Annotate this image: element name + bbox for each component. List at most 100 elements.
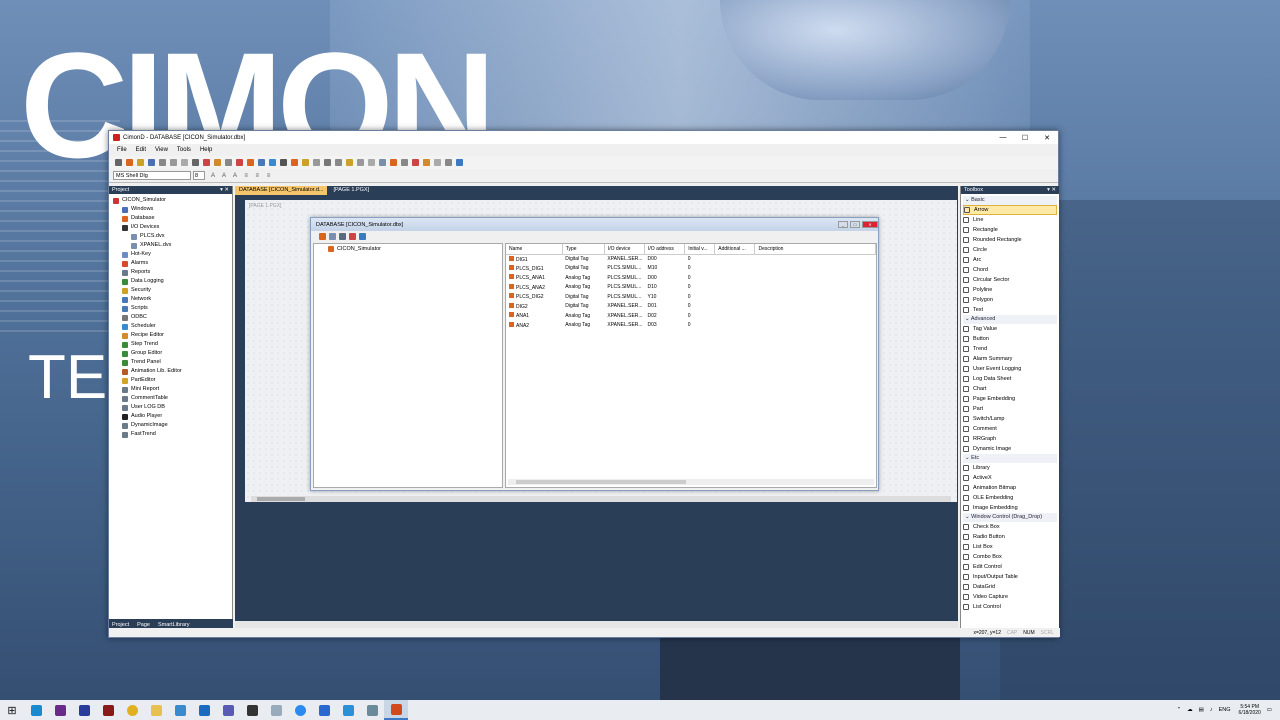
taskbar-app-icon[interactable] bbox=[168, 700, 192, 720]
taskbar-chrome-icon[interactable] bbox=[120, 700, 144, 720]
tab-database[interactable]: DATABASE [CICON_Simulator.d... bbox=[235, 186, 328, 195]
table-row[interactable]: DIG2 Digital Tag XPANEL.SER... D01 0 bbox=[506, 302, 876, 312]
toolbar-tool-icon[interactable] bbox=[445, 159, 452, 166]
menu-tools[interactable]: Tools bbox=[177, 147, 191, 153]
menu-help[interactable]: Help bbox=[200, 147, 212, 153]
toolbar-tool-icon[interactable] bbox=[225, 159, 232, 166]
table-row[interactable]: PLCS_ANA2 Analog Tag PLCS.SIMUL... D10 0 bbox=[506, 283, 876, 293]
db-restore-button[interactable]: □ bbox=[850, 221, 860, 228]
project-tree-item[interactable]: Alarms bbox=[113, 259, 232, 268]
toolbar-tool-icon[interactable] bbox=[192, 159, 199, 166]
toolbox-item[interactable]: Comment bbox=[963, 424, 1057, 434]
toolbar-tool-icon[interactable] bbox=[148, 159, 155, 166]
toolbox-item[interactable]: Page Embedding bbox=[963, 394, 1057, 404]
taskbar-app-icon[interactable] bbox=[72, 700, 96, 720]
project-tree-item[interactable]: Hot-Key bbox=[113, 250, 232, 259]
taskbar-cimon-icon[interactable] bbox=[24, 700, 48, 720]
tray-volume-icon[interactable]: ♪ bbox=[1210, 707, 1213, 713]
toolbar-tool-icon[interactable] bbox=[247, 159, 254, 166]
project-tree-item[interactable]: I/O Devices bbox=[113, 223, 232, 232]
toolbox-item[interactable]: User Event Logging bbox=[963, 364, 1057, 374]
toolbox-item[interactable]: Chord bbox=[963, 265, 1057, 275]
toolbar-tool-icon[interactable] bbox=[423, 159, 430, 166]
project-tree-item[interactable]: Network bbox=[113, 295, 232, 304]
toolbar-tool-icon[interactable] bbox=[258, 159, 265, 166]
toolbox-group-header[interactable]: ⌄ Basic bbox=[963, 196, 1057, 205]
toolbox-group-header[interactable]: ⌄ Etc bbox=[963, 454, 1057, 463]
toolbox-item[interactable]: Animation Bitmap bbox=[963, 483, 1057, 493]
taskbar-app-icon[interactable] bbox=[312, 700, 336, 720]
project-tree-item[interactable]: DynamicImage bbox=[113, 421, 232, 430]
project-tree-item[interactable]: Animation Lib. Editor bbox=[113, 367, 232, 376]
database-root-node[interactable]: CICON_Simulator bbox=[314, 244, 502, 253]
toolbar-tool-icon[interactable] bbox=[324, 159, 331, 166]
font-size-select[interactable]: 8 bbox=[193, 171, 205, 180]
toolbox-group-header[interactable]: ⌄ Window Control (Drag_Drop) bbox=[963, 513, 1057, 522]
project-tree-item[interactable]: Scheduler bbox=[113, 322, 232, 331]
project-tree-item[interactable]: PLCS.dvx bbox=[113, 232, 232, 241]
toolbar-tool-icon[interactable] bbox=[115, 159, 122, 166]
project-tree-item[interactable]: Security bbox=[113, 286, 232, 295]
maximize-button[interactable]: ☐ bbox=[1014, 134, 1036, 142]
tray-cloud-icon[interactable]: ☁ bbox=[1187, 707, 1193, 713]
project-tree-item[interactable]: CommentTable bbox=[113, 394, 232, 403]
toolbar-tool-icon[interactable] bbox=[203, 159, 210, 166]
project-tree-item[interactable]: Mini Report bbox=[113, 385, 232, 394]
tab-page1[interactable]: [PAGE 1.PGX] bbox=[329, 186, 373, 195]
toolbox-item[interactable]: Circle bbox=[963, 245, 1057, 255]
canvas-scroll-thumb[interactable] bbox=[257, 497, 305, 501]
tray-network-icon[interactable]: ▤ bbox=[1199, 707, 1204, 713]
toolbar-tool-icon[interactable] bbox=[159, 159, 166, 166]
taskbar-vscode-icon[interactable] bbox=[336, 700, 360, 720]
column-header[interactable]: Type bbox=[562, 244, 605, 255]
taskbar-teams-icon[interactable] bbox=[216, 700, 240, 720]
notification-icon[interactable]: ▭ bbox=[1267, 707, 1272, 713]
toolbox-item[interactable]: Rectangle bbox=[963, 225, 1057, 235]
toolbox-item[interactable]: Radio Button bbox=[963, 532, 1057, 542]
toolbox-item[interactable]: Check Box bbox=[963, 522, 1057, 532]
toolbox-item[interactable]: Circular Sector bbox=[963, 275, 1057, 285]
toolbox-item[interactable]: List Control bbox=[963, 602, 1057, 612]
toolbar-tool-icon[interactable] bbox=[456, 159, 463, 166]
project-tree-item[interactable]: Group Editor bbox=[113, 349, 232, 358]
table-row[interactable]: PLCS_ANA1 Analog Tag PLCS.SIMUL... D00 0 bbox=[506, 273, 876, 283]
toolbar-tool-icon[interactable] bbox=[126, 159, 133, 166]
toolbox-item[interactable]: Combo Box bbox=[963, 552, 1057, 562]
toolbar-tool-icon[interactable] bbox=[335, 159, 342, 166]
project-tree-item[interactable]: Trend Panel bbox=[113, 358, 232, 367]
toolbar-tool-icon[interactable] bbox=[390, 159, 397, 166]
taskbar-outlook-icon[interactable] bbox=[192, 700, 216, 720]
project-tree-item[interactable]: Data Logging bbox=[113, 277, 232, 286]
table-row[interactable]: ANA1 Analog Tag XPANEL.SER... D02 0 bbox=[506, 311, 876, 321]
menu-view[interactable]: View bbox=[155, 147, 168, 153]
table-row[interactable]: PLCS_DIG2 Digital Tag PLCS.SIMUL... Y10 0 bbox=[506, 292, 876, 302]
toolbox-item[interactable]: Trend bbox=[963, 344, 1057, 354]
toolbar-tool-icon[interactable] bbox=[291, 159, 298, 166]
toolbar-tool-icon[interactable] bbox=[214, 159, 221, 166]
toolbox-item[interactable]: Alarm Summary bbox=[963, 354, 1057, 364]
minimize-button[interactable]: — bbox=[992, 134, 1014, 142]
table-row[interactable]: DIG1 Digital Tag XPANEL.SER... D00 0 bbox=[506, 254, 876, 264]
taskbar-zoom-icon[interactable] bbox=[288, 700, 312, 720]
project-tree-item[interactable]: Scripts bbox=[113, 304, 232, 313]
toolbox-item[interactable]: List Box bbox=[963, 542, 1057, 552]
delete-icon[interactable] bbox=[349, 232, 356, 240]
canvas-scrollbar[interactable] bbox=[251, 496, 951, 502]
toolbox-item[interactable]: Rounded Rectangle bbox=[963, 235, 1057, 245]
project-tree-item[interactable]: Database bbox=[113, 214, 232, 223]
toolbar-tool-icon[interactable] bbox=[346, 159, 353, 166]
toolbox-item[interactable]: ActiveX bbox=[963, 473, 1057, 483]
taskbar-app-icon[interactable] bbox=[264, 700, 288, 720]
toolbox-item[interactable]: RRGraph bbox=[963, 434, 1057, 444]
toolbar-tool-icon[interactable] bbox=[269, 159, 276, 166]
save-icon[interactable] bbox=[339, 232, 346, 240]
tab-project[interactable]: Project bbox=[112, 622, 129, 628]
toolbox-item[interactable]: DataGrid bbox=[963, 582, 1057, 592]
toolbar-tool-icon[interactable] bbox=[379, 159, 386, 166]
toolbar-tool-icon[interactable] bbox=[236, 159, 243, 166]
project-tree-item[interactable]: ODBC bbox=[113, 313, 232, 322]
taskbar-cimond-icon[interactable] bbox=[384, 700, 408, 720]
add-tag-icon[interactable] bbox=[319, 232, 326, 240]
column-header[interactable]: I/O address bbox=[644, 244, 686, 255]
toolbar-tool-icon[interactable] bbox=[357, 159, 364, 166]
